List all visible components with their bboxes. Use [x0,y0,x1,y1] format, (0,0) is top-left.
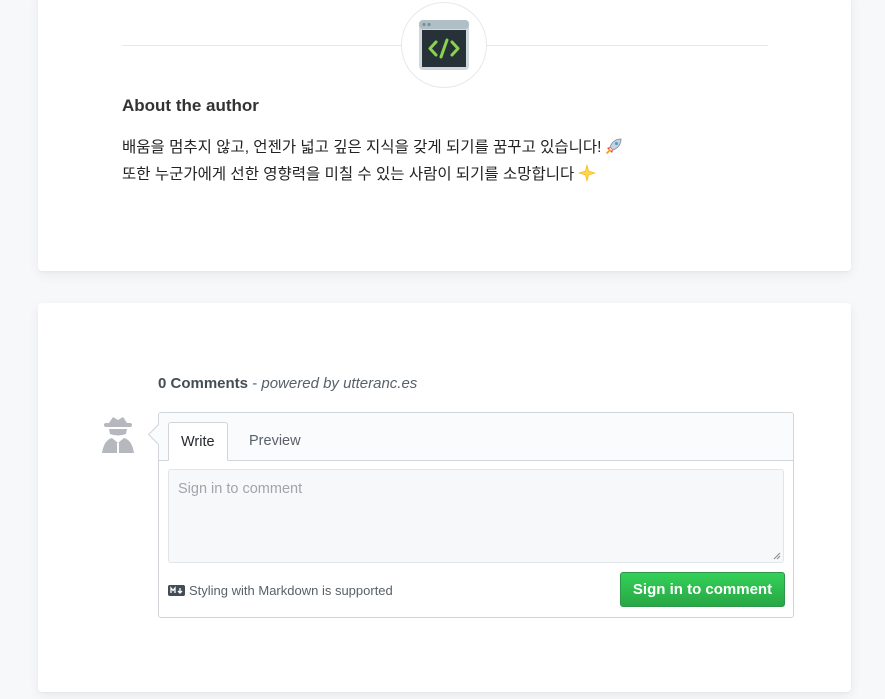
editor-tabs: Write Preview [159,413,793,461]
author-heading: About the author [122,96,259,115]
rocket-icon [606,138,622,154]
comment-placeholder: Sign in to comment [178,481,303,497]
resize-grip-icon[interactable] [773,552,781,560]
author-avatar [401,2,487,88]
sign-in-button[interactable]: Sign in to comment [620,572,785,607]
comments-header: 0 Comments - powered by utteranc.es [158,375,417,392]
code-window-icon [419,20,469,70]
comment-textarea[interactable]: Sign in to comment [168,469,784,563]
anonymous-avatar-icon [102,417,134,453]
comments-card: 0 Comments - powered by utteranc.es Writ… [38,303,851,692]
markdown-note-text[interactable]: Styling with Markdown is supported [189,583,393,598]
separator: - [248,375,262,392]
bio-line-2: 또한 누군가에게 선한 영향력을 미칠 수 있는 사람이 되기를 소망합니다 [122,166,575,183]
comment-count: 0 Comments [158,375,249,392]
sparkle-icon [578,164,597,182]
author-bio: 배움을 멈추지 않고, 언젠가 넓고 깊은 지식을 갖게 되기를 꿈꾸고 있습니… [122,134,623,188]
markdown-icon [168,585,185,596]
comment-editor: Write Preview Sign in to comment Styling… [147,412,794,618]
tab-preview[interactable]: Preview [237,422,313,460]
tab-write[interactable]: Write [168,422,228,461]
powered-by-text: powered by utteranc.es [261,375,418,392]
bio-line-1: 배움을 멈추지 않고, 언젠가 넓고 깊은 지식을 갖게 되기를 꿈꾸고 있습니… [122,139,602,156]
author-card: About the author 배움을 멈추지 않고, 언젠가 넓고 깊은 지… [38,0,851,271]
markdown-note: Styling with Markdown is supported [168,583,393,598]
